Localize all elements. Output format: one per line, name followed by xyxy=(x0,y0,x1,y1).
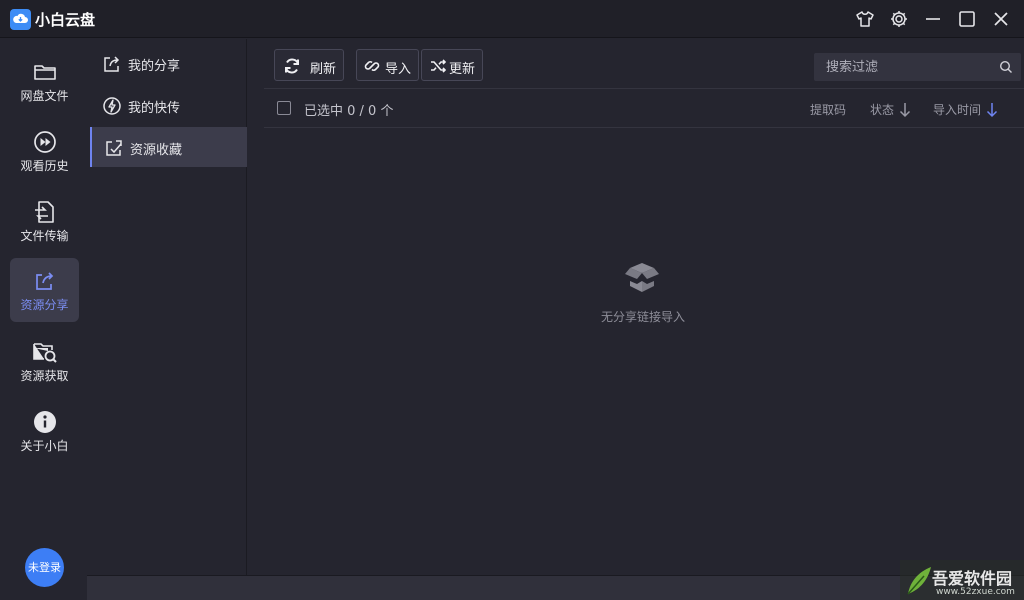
column-label: 导入时间 xyxy=(933,103,982,117)
watermark-leaf-icon xyxy=(907,567,931,595)
nav-label: 文件传输 xyxy=(20,229,69,243)
flash-icon xyxy=(103,97,121,115)
fast-forward-icon xyxy=(34,131,56,153)
nav-rail: 网盘文件 观看历史 文件传输 资源分享 资源获取 关于小白 未登录 xyxy=(0,39,87,600)
nav-label: 观看历史 xyxy=(20,159,69,173)
submenu-label: 资源收藏 xyxy=(130,143,183,158)
status-bar xyxy=(87,575,1024,600)
column-status[interactable]: 状态 xyxy=(870,101,912,118)
nav-label: 关于小白 xyxy=(20,439,69,453)
share-submenu: 我的分享 我的快传 资源收藏 xyxy=(87,39,247,575)
empty-box-icon xyxy=(625,263,659,292)
transfer-icon xyxy=(35,201,54,223)
submenu-label: 我的分享 xyxy=(128,59,181,74)
refresh-label: 刷新 xyxy=(310,62,337,77)
close-icon[interactable] xyxy=(990,8,1012,30)
nav-item-cloud-files[interactable]: 网盘文件 xyxy=(10,49,79,113)
search-input[interactable] xyxy=(814,53,989,81)
login-avatar-button[interactable]: 未登录 xyxy=(25,548,64,587)
sort-down-active-icon xyxy=(986,103,998,118)
column-label: 提取码 xyxy=(810,103,847,117)
nav-label: 资源获取 xyxy=(20,369,69,383)
nav-item-resource-fetch[interactable]: 资源获取 xyxy=(10,329,79,393)
column-label: 状态 xyxy=(870,103,895,117)
update-label: 更新 xyxy=(449,62,476,77)
refresh-icon xyxy=(285,58,299,74)
app-title: 小白云盘 xyxy=(35,11,96,29)
settings-gear-icon[interactable] xyxy=(888,8,910,30)
nav-item-resource-share[interactable]: 资源分享 xyxy=(10,258,79,322)
collect-icon xyxy=(106,140,122,156)
submenu-item-my-shares[interactable]: 我的分享 xyxy=(90,43,247,83)
maximize-icon[interactable] xyxy=(956,8,978,30)
submenu-item-my-quick-transfer[interactable]: 我的快传 xyxy=(90,85,247,125)
nav-label: 网盘文件 xyxy=(20,89,69,103)
title-bar: 小白云盘 xyxy=(0,0,1024,38)
update-button[interactable]: 更新 xyxy=(421,49,483,81)
submenu-label: 我的快传 xyxy=(128,101,181,116)
import-button[interactable]: 导入 xyxy=(356,49,419,81)
app-logo-icon xyxy=(10,9,31,30)
select-all-checkbox[interactable] xyxy=(277,101,291,115)
column-extract-code[interactable]: 提取码 xyxy=(810,101,846,118)
search-box xyxy=(814,53,1021,81)
selection-count: 已选中 0 / 0 个 xyxy=(304,104,394,119)
empty-state-text: 无分享链接导入 xyxy=(600,310,685,324)
link-icon xyxy=(364,61,380,71)
search-icon[interactable] xyxy=(999,60,1013,74)
list-header: 已选中 0 / 0 个 提取码 状态 导入时间 xyxy=(264,88,1024,128)
share-icon xyxy=(36,272,54,290)
sort-down-icon xyxy=(899,103,911,118)
nav-item-about[interactable]: 关于小白 xyxy=(10,399,79,463)
skin-icon[interactable] xyxy=(854,8,876,30)
import-label: 导入 xyxy=(385,62,412,77)
watermark: 吾爱软件园 www.52zxue.com xyxy=(900,560,1024,600)
nav-label: 资源分享 xyxy=(20,298,69,312)
folder-search-icon xyxy=(33,343,57,363)
submenu-item-resource-collection[interactable]: 资源收藏 xyxy=(90,127,247,167)
share-out-icon xyxy=(104,56,120,72)
watermark-name: 吾爱软件园 xyxy=(932,569,1013,588)
watermark-url: www.52zxue.com xyxy=(936,587,1015,597)
info-icon xyxy=(34,411,56,433)
shuffle-icon xyxy=(431,59,447,73)
folder-icon xyxy=(34,65,56,80)
nav-item-file-transfer[interactable]: 文件传输 xyxy=(10,189,79,253)
minimize-icon[interactable] xyxy=(922,8,944,30)
refresh-button[interactable]: 刷新 xyxy=(274,49,344,81)
nav-item-watch-history[interactable]: 观看历史 xyxy=(10,119,79,183)
column-import-time[interactable]: 导入时间 xyxy=(933,101,999,118)
main-panel: 刷新 导入 更新 已选中 0 / 0 个 提取码 状态 导入时间 无分享链接导入 xyxy=(250,39,1024,575)
